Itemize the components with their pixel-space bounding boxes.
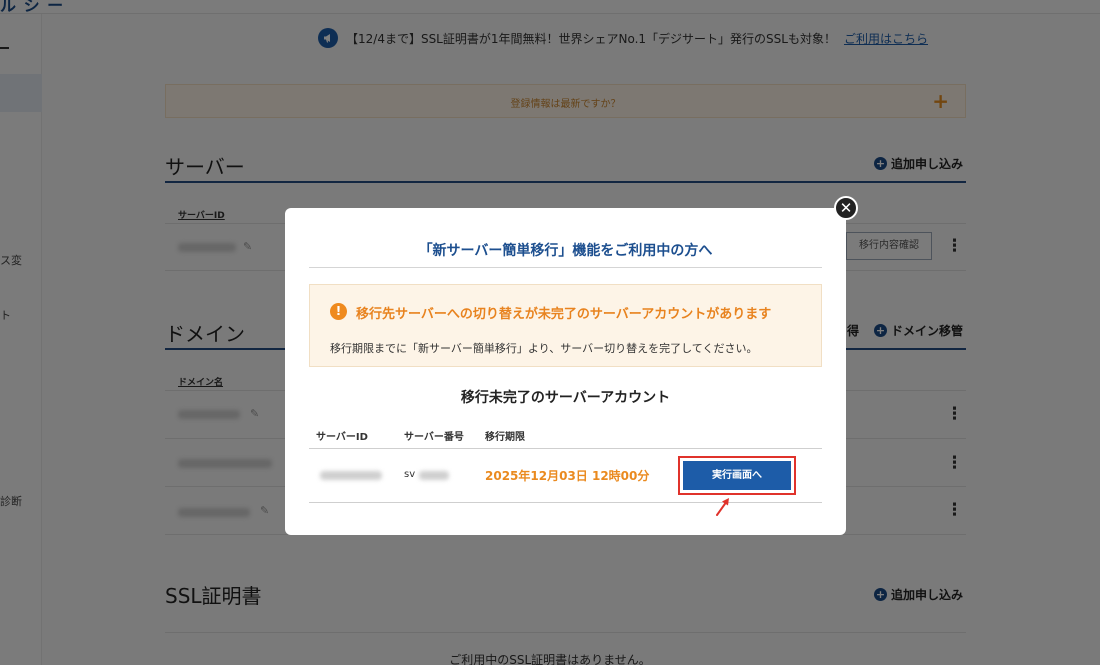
column-header-server-id: サーバーID bbox=[316, 432, 368, 443]
close-icon[interactable]: ✕ bbox=[834, 196, 858, 220]
modal-title: 「新サーバー簡単移行」機能をご利用中の方へ bbox=[418, 243, 713, 259]
pointer-arrow-icon bbox=[716, 498, 729, 516]
blurred-server-id bbox=[320, 471, 382, 480]
column-header-server-number: サーバー番号 bbox=[404, 432, 464, 443]
exclamation-icon: ! bbox=[330, 303, 347, 320]
execute-migration-button[interactable]: 実行画面へ bbox=[683, 461, 791, 490]
alert-body: 移行期限までに「新サーバー簡単移行」より、サーバー切り替えを完了してください。 bbox=[330, 342, 758, 355]
migration-modal: 「新サーバー簡単移行」機能をご利用中の方へ ! 移行先サーバーへの切り替えが未完… bbox=[285, 208, 846, 535]
server-number: sv bbox=[404, 469, 416, 480]
column-header-deadline: 移行期限 bbox=[485, 432, 525, 443]
table-header-divider bbox=[309, 448, 822, 449]
warning-alert: ! 移行先サーバーへの切り替えが未完了のサーバーアカウントがあります 移行期限ま… bbox=[309, 284, 822, 367]
table-row-divider bbox=[309, 502, 822, 503]
alert-heading: 移行先サーバーへの切り替えが未完了のサーバーアカウントがあります bbox=[356, 307, 772, 322]
blurred-server-number bbox=[419, 471, 449, 480]
pending-accounts-title: 移行未完了のサーバーアカウント bbox=[460, 390, 671, 406]
migration-deadline: 2025年12月03日 12時00分 bbox=[485, 469, 650, 483]
modal-title-divider bbox=[309, 267, 822, 268]
